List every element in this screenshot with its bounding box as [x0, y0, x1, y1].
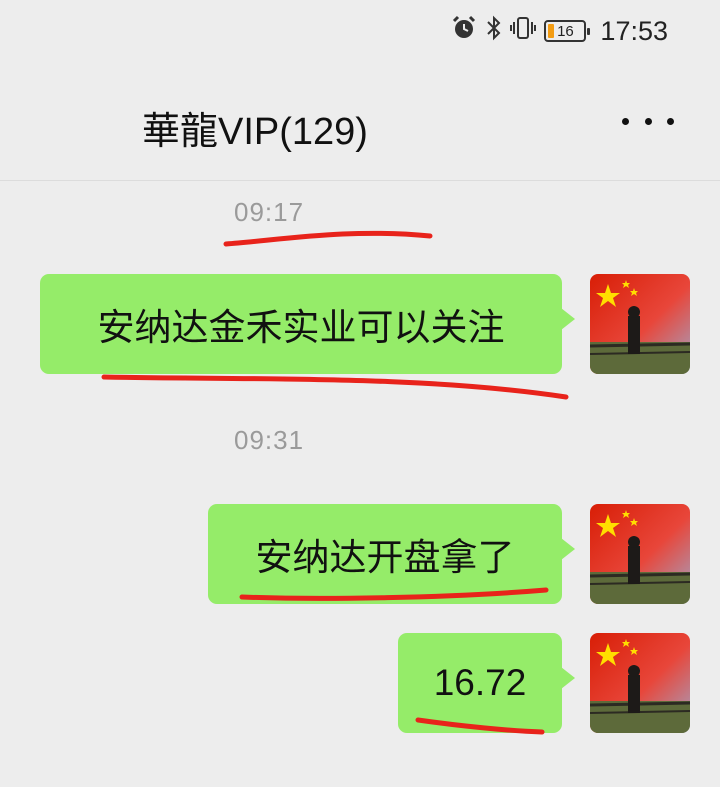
avatar[interactable]: [590, 504, 690, 604]
bluetooth-icon: [486, 14, 502, 48]
message-text: 安纳达开盘拿了: [255, 536, 515, 579]
underline-mark: [101, 374, 569, 400]
battery-level: 16: [557, 22, 574, 40]
more-dots-icon[interactable]: [622, 104, 674, 138]
vibrate-icon: [510, 14, 537, 48]
message-text: 安纳达金禾实业可以关注: [97, 306, 505, 349]
message-timestamp: 09:31: [234, 425, 305, 455]
message-bubble[interactable]: 16.72: [398, 633, 575, 733]
avatar[interactable]: [590, 274, 690, 374]
status-bar: 16 17:53: [0, 0, 720, 62]
message-bubble[interactable]: 安纳达金禾实业可以关注: [40, 274, 575, 374]
chat-title: 華龍VIP(129): [142, 111, 368, 153]
message-text: 16.72: [433, 662, 527, 703]
message-bubble[interactable]: 安纳达开盘拿了: [208, 504, 575, 604]
status-time: 17:53: [600, 15, 668, 46]
avatar[interactable]: [590, 633, 690, 733]
underline-mark: [223, 230, 433, 247]
chat-header: 華龍VIP(129): [0, 62, 720, 181]
alarm-icon: [450, 14, 478, 48]
message-timestamp: 09:17: [234, 197, 305, 227]
battery-icon: 16: [544, 20, 591, 42]
status-icons: 16 17:53: [450, 14, 668, 48]
